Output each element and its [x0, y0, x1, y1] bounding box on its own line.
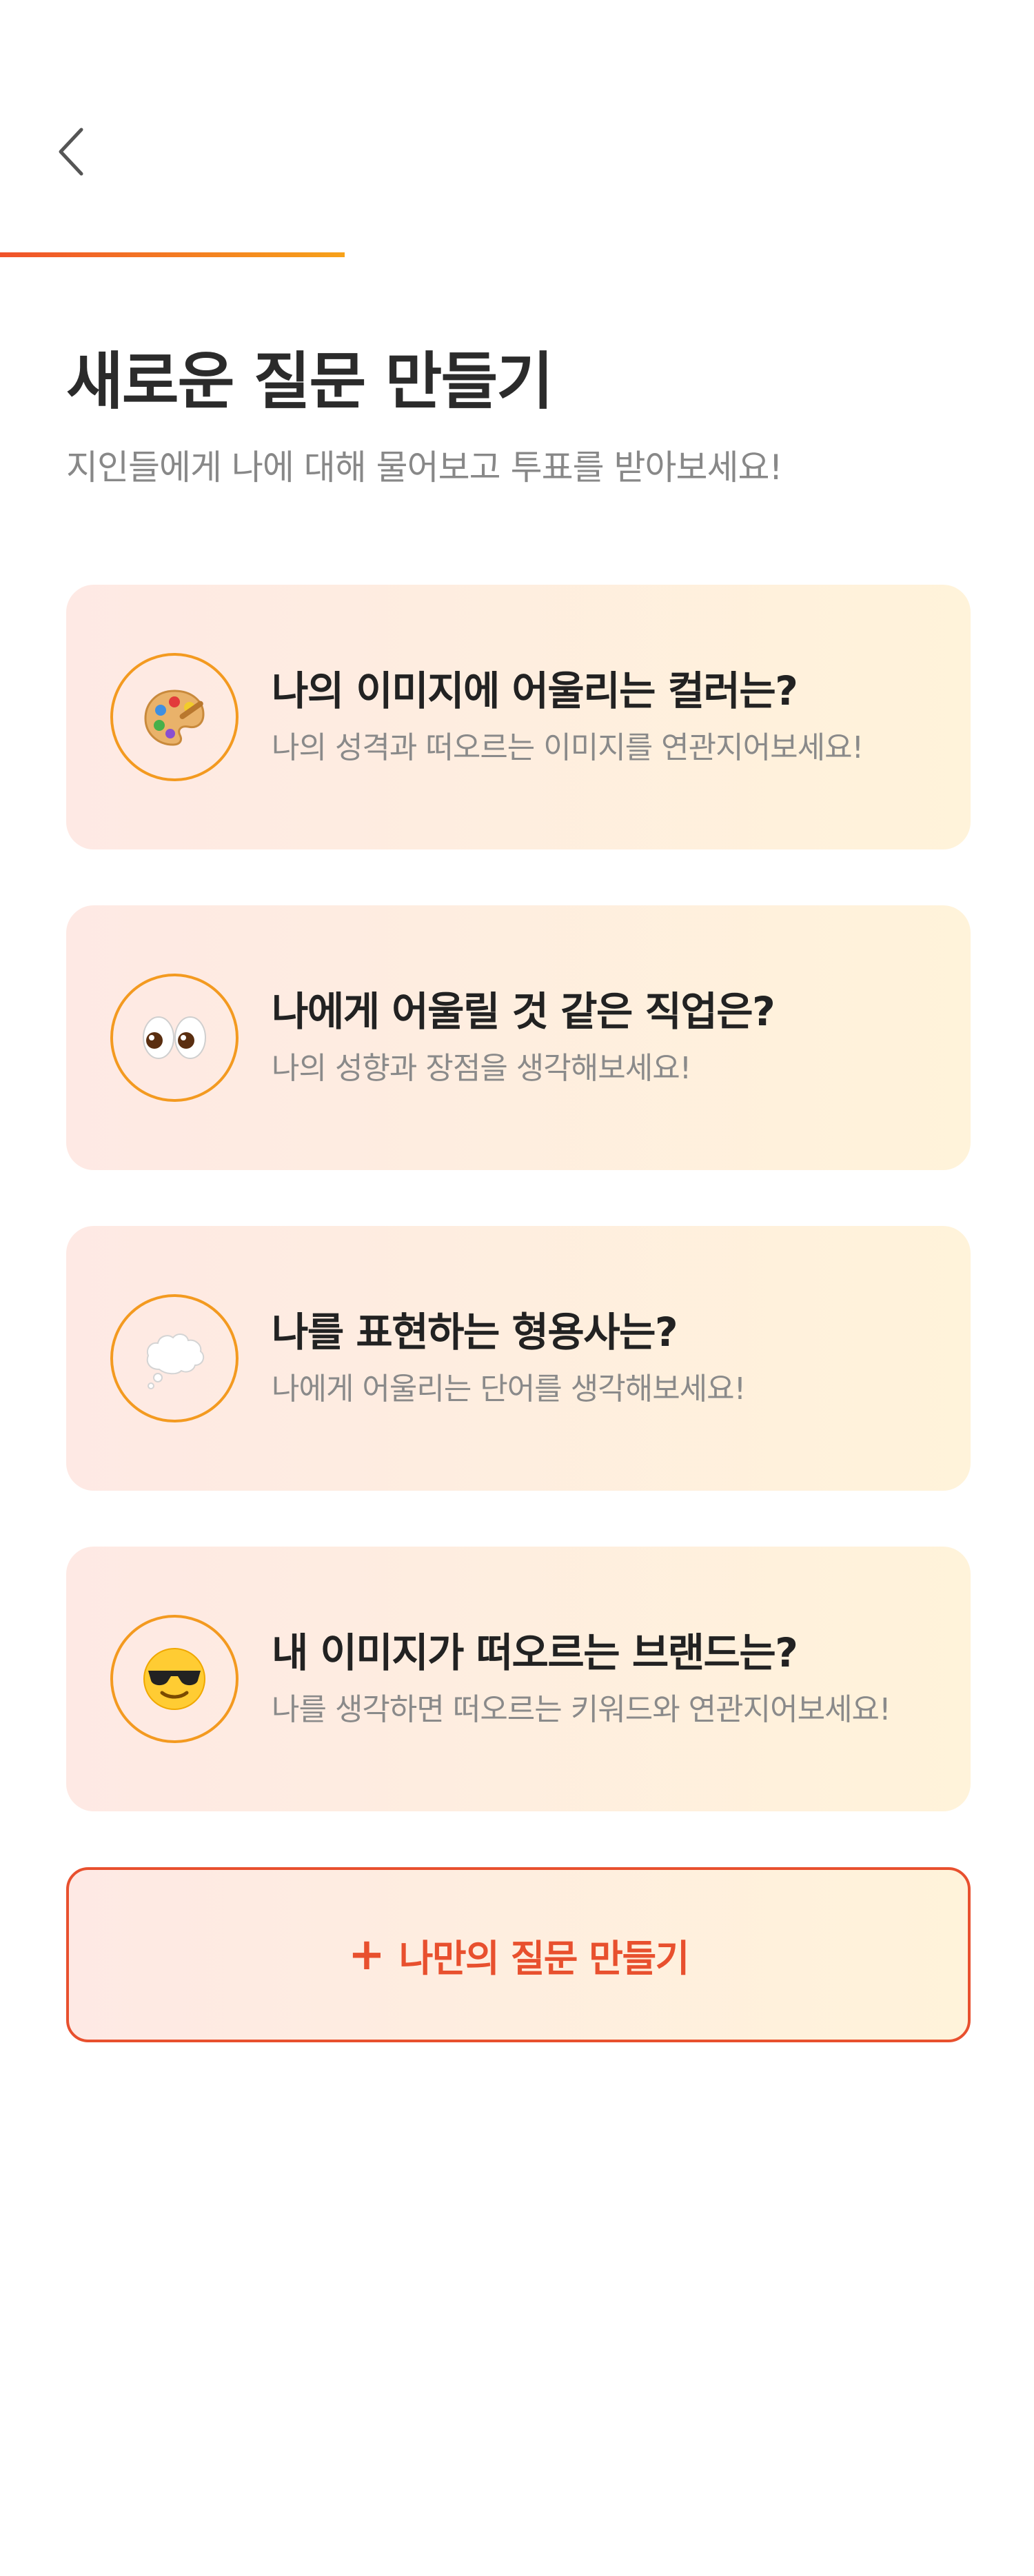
question-card-color[interactable]: 나의 이미지에 어울리는 컬러는? 나의 성격과 떠오르는 이미지를 연관지어보…: [66, 585, 971, 849]
question-description: 나의 성격과 떠오르는 이미지를 연관지어보세요!: [272, 730, 864, 766]
sunglasses-face-icon: [110, 1615, 239, 1743]
create-custom-question-button[interactable]: + 나만의 질문 만들기: [66, 1867, 971, 2042]
back-button[interactable]: [55, 117, 110, 186]
question-title: 나를 표현하는 형용사는?: [272, 1308, 678, 1356]
question-card-job[interactable]: 나에게 어울릴 것 같은 직업은? 나의 성향과 장점을 생각해보세요!: [66, 905, 971, 1170]
question-title: 내 이미지가 떠오르는 브랜드는?: [272, 1629, 798, 1676]
progress-bar: [0, 252, 1034, 257]
question-list: 나의 이미지에 어울리는 컬러는? 나의 성격과 떠오르는 이미지를 연관지어보…: [66, 585, 971, 1867]
question-description: 나에게 어울리는 단어를 생각해보세요!: [272, 1371, 746, 1407]
thought-balloon-icon: [110, 1294, 239, 1422]
question-title: 나의 이미지에 어울리는 컬러는?: [272, 667, 798, 714]
question-card-adjective[interactable]: 나를 표현하는 형용사는? 나에게 어울리는 단어를 생각해보세요!: [66, 1226, 971, 1491]
artist-palette-icon: [110, 653, 239, 781]
page-subtitle: 지인들에게 나에 대해 물어보고 투표를 받아보세요!: [66, 447, 783, 487]
page-title: 새로운 질문 만들기: [66, 345, 554, 418]
question-description: 나의 성향과 장점을 생각해보세요!: [272, 1051, 691, 1087]
create-custom-question-label: 나만의 질문 만들기: [398, 1936, 690, 1980]
question-title: 나에게 어울릴 것 같은 직업은?: [272, 987, 775, 1035]
eyes-icon: [110, 974, 239, 1102]
progress-fill: [0, 252, 345, 257]
question-card-brand[interactable]: 내 이미지가 떠오르는 브랜드는? 나를 생각하면 떠오르는 키워드와 연관지어…: [66, 1547, 971, 1811]
question-description: 나를 생각하면 떠오르는 키워드와 연관지어보세요!: [272, 1692, 891, 1728]
plus-icon: +: [348, 1929, 385, 1980]
chevron-left-icon: [59, 128, 83, 176]
